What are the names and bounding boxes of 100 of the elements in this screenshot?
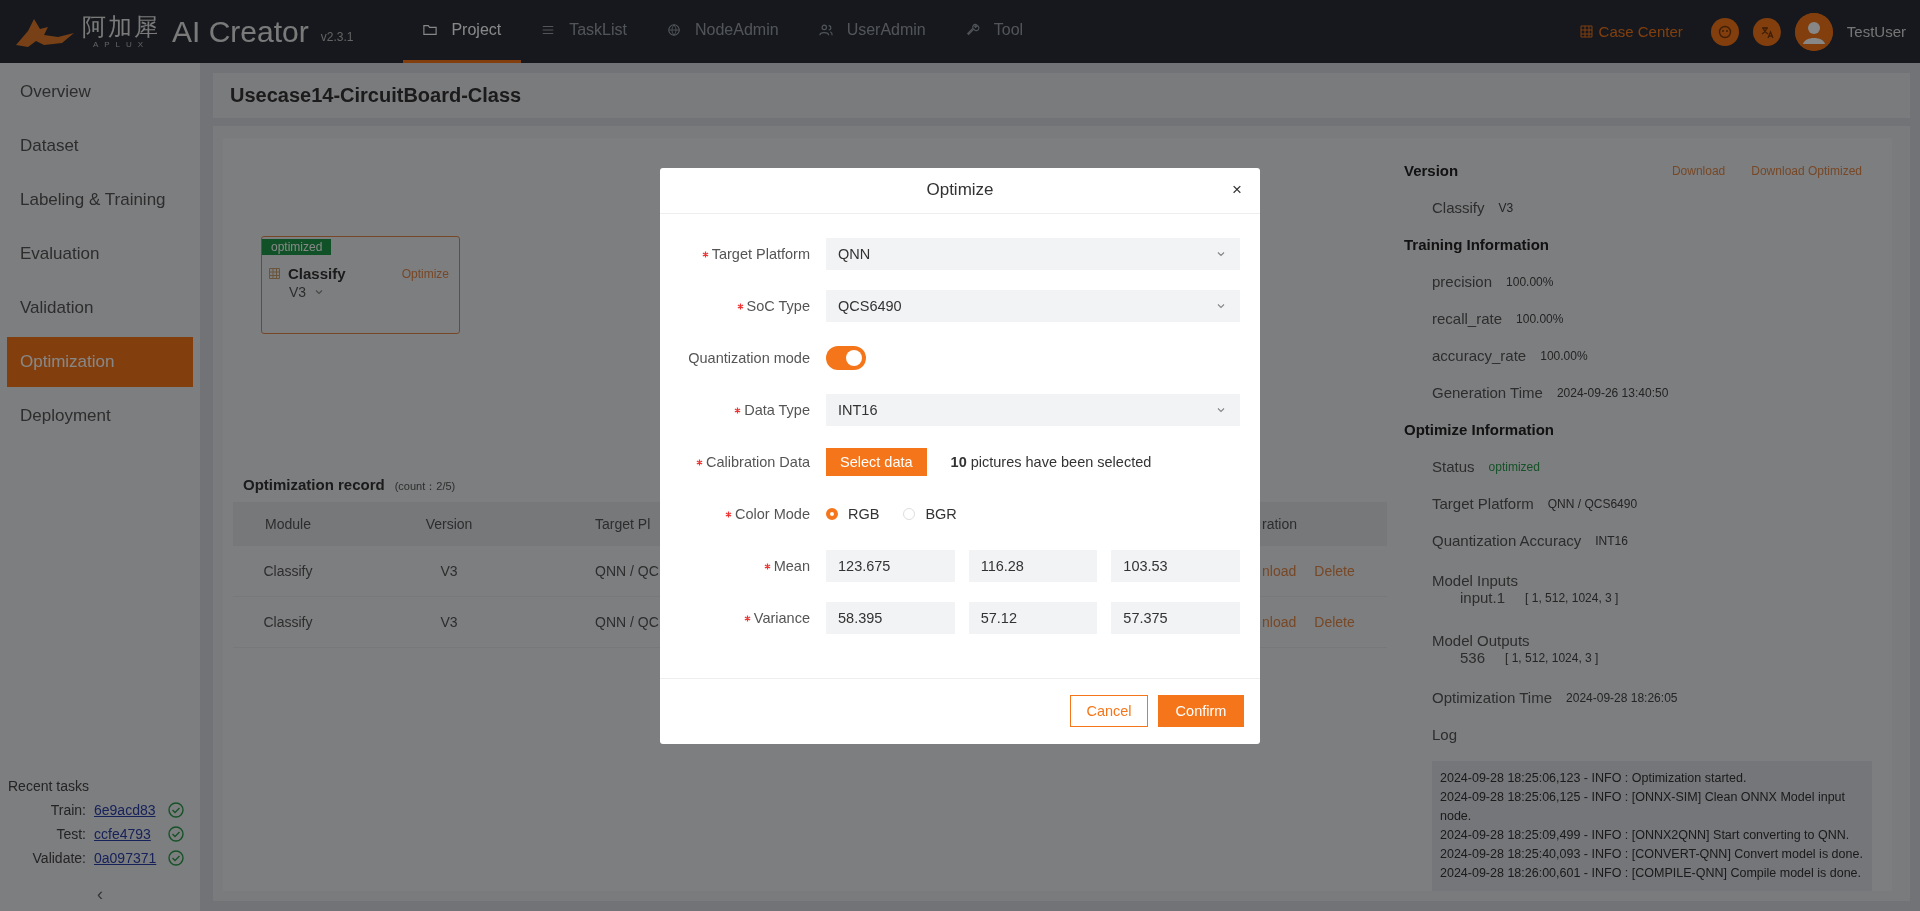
close-button[interactable]: × xyxy=(1232,179,1242,200)
column-header: ration xyxy=(1262,516,1298,532)
field-label: Color Mode xyxy=(735,506,810,523)
sidebar-item[interactable]: Dataset xyxy=(7,121,193,171)
version-select[interactable]: V3 xyxy=(289,284,459,300)
optimize-link[interactable]: Optimize xyxy=(401,266,449,281)
detail-label: Target Platform xyxy=(1432,495,1534,512)
status-value: optimized xyxy=(1488,459,1540,474)
column-header: Module xyxy=(265,516,311,532)
page-title: Usecase14-CircuitBoard-Class xyxy=(230,84,522,107)
detail-label: recall_rate xyxy=(1432,310,1503,327)
confirm-button[interactable]: Confirm xyxy=(1158,695,1244,728)
log-line: 2024-09-28 18:25:09,499 - INFO : [ONNX2QNN] Start converting to QNN. xyxy=(1440,827,1851,844)
logo-subtext: APLUX xyxy=(92,40,150,49)
input-field[interactable]: 123.675 xyxy=(826,550,955,583)
detail-value: INT16 xyxy=(1595,533,1628,548)
status-badge: optimized xyxy=(262,239,332,255)
radio-option[interactable]: BGR xyxy=(903,506,957,523)
input-field[interactable]: 103.53 xyxy=(1111,550,1240,583)
globe-icon xyxy=(667,23,681,37)
row-action-link[interactable]: nload xyxy=(1262,614,1297,630)
task-link[interactable]: 6e9acd83 xyxy=(94,802,160,818)
detail-label: accuracy_rate xyxy=(1432,347,1527,364)
tensor-dims: [ 1, 512, 1024, 3 ] xyxy=(1525,590,1619,605)
app-name: AI Creator xyxy=(172,14,309,49)
table-cell: V3 xyxy=(440,614,458,630)
detail-value: 100.00% xyxy=(1506,274,1554,289)
grid-icon xyxy=(269,268,280,279)
sidebar-item[interactable]: Labeling & Training xyxy=(7,175,193,225)
detail-value: 2024-09-26 13:40:50 xyxy=(1556,385,1669,400)
task-link[interactable]: 0a097371 xyxy=(94,850,160,866)
tensor-name: 536 xyxy=(1460,649,1486,666)
sidebar-item[interactable]: Validation xyxy=(7,283,193,333)
input-field[interactable]: 57.375 xyxy=(1111,602,1240,635)
users-icon xyxy=(818,23,833,37)
field-label: Quantization mode xyxy=(688,350,810,367)
translate-icon xyxy=(1759,24,1774,39)
input-field[interactable]: 116.28 xyxy=(968,550,1098,583)
record-count: (count：2/5) xyxy=(394,479,456,494)
user-name[interactable]: TestUser xyxy=(1846,23,1906,40)
sidebar-item[interactable]: Deployment xyxy=(7,391,193,441)
task-link[interactable]: ccfe4793 xyxy=(94,826,160,842)
detail-label: Status xyxy=(1432,458,1475,475)
detail-value: 100.00% xyxy=(1516,311,1564,326)
detail-label: Model Outputs xyxy=(1432,632,1531,649)
sidebar-item[interactable]: Evaluation xyxy=(7,229,193,279)
field-label: Data Type xyxy=(744,402,810,419)
cancel-button[interactable]: Cancel xyxy=(1070,695,1148,728)
log-line: 2024-09-28 18:25:06,125 - INFO : [ONNX-SIM] Clean ONNX Model input node. xyxy=(1440,789,1847,825)
input-field[interactable]: 57.12 xyxy=(968,602,1098,635)
radio-option[interactable]: RGB xyxy=(826,506,880,523)
detail-value: 100.00% xyxy=(1540,348,1588,363)
detail-label: Optimization Time xyxy=(1432,689,1553,706)
version-label: v2.3.1 xyxy=(320,29,354,44)
recent-tasks-title: Recent tasks xyxy=(8,778,90,794)
select-field[interactable]: QNN xyxy=(826,238,1240,271)
log-line: 2024-09-28 18:25:40,093 - INFO : [CONVERT-QNN] Convert model is done. xyxy=(1440,846,1864,863)
detail-label: Model Inputs xyxy=(1432,572,1519,589)
row-action-link[interactable]: Delete xyxy=(1314,614,1355,630)
section-title: Version xyxy=(1404,162,1459,179)
nav-tab[interactable]: NodeAdmin xyxy=(647,0,799,63)
detail-value: 2024-09-28 18:26:05 xyxy=(1566,690,1678,705)
download-link[interactable]: Download Optimized xyxy=(1751,163,1862,178)
language-button[interactable] xyxy=(1752,17,1781,46)
download-link[interactable]: Download xyxy=(1671,163,1726,178)
sidebar-item[interactable]: Overview xyxy=(7,67,193,117)
tensor-name: input.1 xyxy=(1460,589,1506,606)
detail-value: V3 xyxy=(1498,200,1514,215)
detail-label: Quantization Accuracy xyxy=(1432,532,1582,549)
input-field[interactable]: 58.395 xyxy=(826,602,955,635)
folder-icon xyxy=(423,23,438,37)
wrench-icon xyxy=(965,23,980,37)
row-action-link[interactable]: nload xyxy=(1262,563,1297,579)
field-label: Calibration Data xyxy=(706,454,810,471)
nav-tab[interactable]: Tool xyxy=(945,0,1044,63)
log-line: 2024-09-28 18:25:06,123 - INFO : Optimization started. xyxy=(1440,770,1748,787)
select-data-button[interactable]: Select data xyxy=(826,448,927,477)
list-icon xyxy=(541,23,556,37)
user-avatar-icon[interactable] xyxy=(1794,12,1833,51)
select-field[interactable]: INT16 xyxy=(826,394,1240,427)
sidebar-item[interactable]: Optimization xyxy=(7,337,193,387)
nav-tab[interactable]: TaskList xyxy=(521,0,647,63)
section-title: Optimize Information xyxy=(1404,421,1554,438)
model-node[interactable]: optimized Classify Optimize V3 xyxy=(261,236,460,334)
notification-button[interactable] xyxy=(1710,17,1739,46)
case-center-link[interactable]: Case Center xyxy=(1579,23,1683,40)
nav-tab[interactable]: UserAdmin xyxy=(798,0,946,63)
field-label: SoC Type xyxy=(746,298,810,315)
task-label: Train: xyxy=(49,802,86,818)
logo-text: 阿加犀 xyxy=(82,14,160,40)
select-field[interactable]: QCS6490 xyxy=(826,290,1240,323)
field-label: Mean xyxy=(773,558,810,575)
toggle-switch[interactable] xyxy=(826,346,866,371)
task-label: Validate: xyxy=(31,850,86,866)
collapse-button[interactable]: ‹ xyxy=(97,884,103,904)
row-action-link[interactable]: Delete xyxy=(1314,563,1355,579)
column-header: Version xyxy=(425,516,473,532)
selection-note: 10 pictures have been selected xyxy=(950,454,1152,471)
chevron-down-icon xyxy=(314,287,325,297)
column-header: Target Pl xyxy=(595,516,651,532)
